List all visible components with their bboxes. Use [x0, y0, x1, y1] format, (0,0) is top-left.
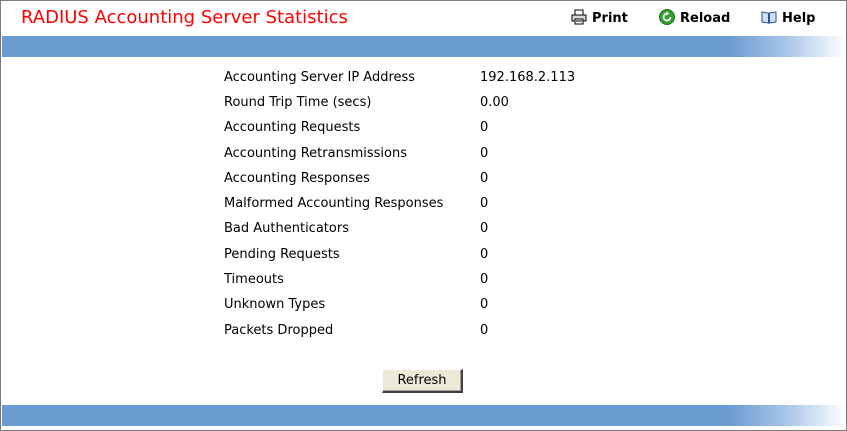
- printer-icon: [571, 9, 587, 25]
- help-book-icon: [761, 9, 777, 25]
- stat-label: Round Trip Time (secs): [224, 95, 372, 110]
- stat-value: 0: [480, 120, 489, 135]
- stat-value: 0: [480, 146, 489, 161]
- stat-label: Packets Dropped: [224, 323, 334, 338]
- stat-value: 0: [480, 323, 489, 338]
- help-label: Help: [782, 11, 816, 26]
- stat-value: 0: [480, 221, 489, 236]
- page-frame: RADIUS Accounting Server Statistics Prin…: [0, 0, 847, 431]
- header-divider-bar: [2, 36, 846, 57]
- stat-value: 0: [480, 272, 489, 287]
- stat-label: Accounting Server IP Address: [224, 70, 416, 85]
- stat-value: 0: [480, 297, 489, 312]
- stat-label: Unknown Types: [224, 297, 326, 312]
- help-button[interactable]: Help: [761, 9, 815, 28]
- stat-label: Pending Requests: [224, 247, 340, 262]
- stat-label: Accounting Retransmissions: [224, 146, 407, 161]
- page-title: RADIUS Accounting Server Statistics: [21, 7, 348, 28]
- print-label: Print: [592, 11, 628, 26]
- stat-value: 0: [480, 196, 489, 211]
- footer-divider-bar: [2, 405, 846, 426]
- refresh-button[interactable]: Refresh: [382, 369, 463, 393]
- reload-button[interactable]: Reload: [659, 9, 730, 28]
- stat-value: 0: [480, 247, 489, 262]
- print-button[interactable]: Print: [571, 9, 628, 28]
- stat-value: 0: [480, 171, 489, 186]
- stat-value: 192.168.2.113: [480, 70, 576, 85]
- stat-label: Accounting Requests: [224, 120, 361, 135]
- reload-icon: [659, 9, 675, 25]
- stat-label: Bad Authenticators: [224, 221, 349, 236]
- reload-label: Reload: [680, 11, 731, 26]
- stat-value: 0.00: [480, 95, 509, 110]
- stat-label: Malformed Accounting Responses: [224, 196, 444, 211]
- stat-label: Accounting Responses: [224, 171, 370, 186]
- stat-label: Timeouts: [224, 272, 284, 287]
